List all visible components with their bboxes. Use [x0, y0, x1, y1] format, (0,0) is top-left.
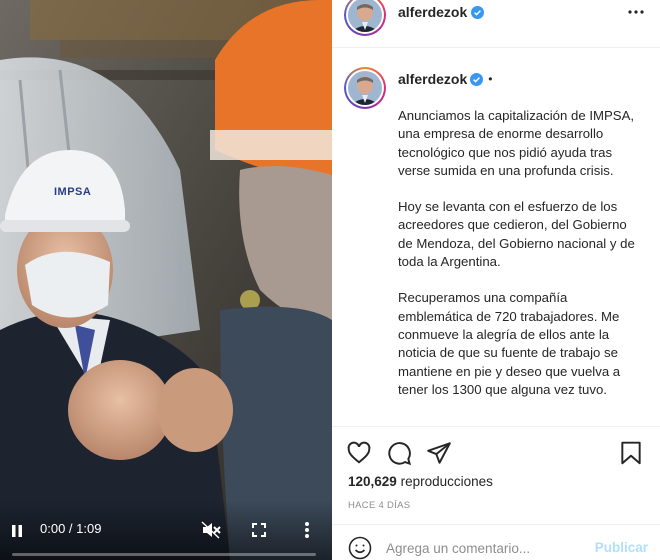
caption-avatar[interactable] — [344, 67, 386, 109]
caption-username[interactable]: alferdezok — [398, 71, 467, 87]
caption-author: alferdezok • — [398, 71, 492, 87]
caption-text: Anunciamos la capitalización de IMPSA, u… — [398, 107, 644, 417]
muted-speaker-icon[interactable] — [200, 520, 222, 540]
bookmark-icon[interactable] — [618, 440, 644, 466]
heart-icon[interactable] — [346, 440, 372, 466]
post-header: alferdezok — [332, 0, 660, 48]
avatar[interactable] — [344, 0, 386, 36]
action-bar — [332, 430, 660, 470]
video-frame — [0, 0, 332, 560]
verified-badge-icon — [471, 6, 484, 19]
fullscreen-icon[interactable] — [250, 521, 268, 539]
verified-badge-icon — [470, 72, 484, 86]
views-number: 120,629 — [348, 474, 397, 489]
comment-bubble-icon[interactable] — [386, 440, 412, 466]
views-label: reproducciones — [400, 474, 493, 489]
views-count[interactable]: 120,629 reproducciones — [348, 474, 493, 489]
video-controls: 0:00 / 1:09 — [0, 500, 332, 560]
paper-plane-icon[interactable] — [426, 440, 452, 466]
post-panel: alferdezok alferdezok • Anunciamos la ca… — [332, 0, 660, 560]
video-player[interactable]: IMPSA 0:00 / 1:09 — [0, 0, 332, 560]
helmet-logo: IMPSA — [54, 186, 92, 198]
video-progress-bar[interactable] — [12, 553, 316, 556]
comment-input[interactable] — [386, 538, 586, 558]
pause-icon[interactable] — [8, 522, 26, 540]
separator-dot: • — [488, 72, 493, 86]
more-horizontal-icon[interactable] — [626, 4, 646, 20]
header-username[interactable]: alferdezok — [398, 4, 467, 20]
caption-paragraph: Hoy se levanta con el esfuerzo de los ac… — [398, 199, 635, 270]
caption-paragraph: Anunciamos la capitalización de IMPSA, u… — [398, 108, 635, 178]
video-time: 0:00 / 1:09 — [40, 521, 102, 536]
caption-paragraph: Recuperamos una compañía emblemática de … — [398, 290, 621, 397]
smiley-icon[interactable] — [348, 536, 372, 560]
publish-button[interactable]: Publicar — [595, 540, 648, 555]
caption-area: alferdezok • Anunciamos la capitalizació… — [332, 49, 660, 427]
more-vertical-icon[interactable] — [298, 520, 316, 540]
comment-bar: Publicar — [332, 524, 660, 560]
post-timestamp[interactable]: HACE 4 DÍAS — [348, 500, 410, 511]
